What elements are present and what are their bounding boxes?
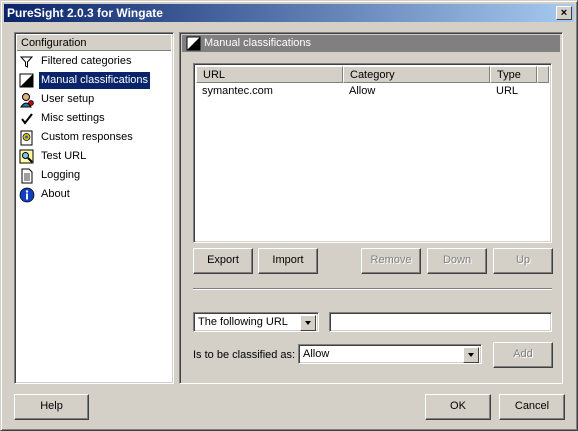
custom-responses-icon: [19, 130, 35, 146]
url-input[interactable]: [329, 312, 552, 332]
remove-button[interactable]: Remove: [361, 248, 421, 274]
cancel-button[interactable]: Cancel: [499, 394, 565, 420]
user-setup-icon: [19, 92, 35, 108]
cell-category: Allow: [349, 85, 376, 97]
nav-item-filtered-categories[interactable]: Filtered categories: [19, 53, 134, 70]
separator: [193, 288, 552, 290]
panel-header: Manual classifications: [182, 35, 560, 52]
classify-label: Is to be classified as:: [193, 349, 296, 361]
help-button[interactable]: Help: [14, 394, 89, 420]
classifications-list[interactable]: URL Category Type symantec.com Allow URL: [193, 63, 552, 243]
logging-icon: [19, 168, 35, 184]
nav-item-about[interactable]: About: [19, 186, 72, 203]
classification-value: Allow: [303, 348, 330, 360]
title-bar: PureSight 2.0.3 for Wingate ×: [4, 4, 574, 22]
url-mode-value: The following URL: [198, 316, 288, 328]
nav-label: Test URL: [41, 150, 87, 162]
manual-classification-icon: [19, 73, 35, 89]
cell-url: symantec.com: [202, 85, 273, 97]
window-title: PureSight 2.0.3 for Wingate: [7, 6, 163, 20]
filter-icon: [19, 54, 35, 70]
nav-label: About: [41, 188, 70, 200]
nav-item-manual-classifications[interactable]: Manual classifications: [19, 71, 151, 90]
close-icon[interactable]: ×: [556, 6, 572, 20]
column-url[interactable]: URL: [196, 66, 343, 83]
manual-classification-icon: [186, 36, 202, 58]
nav-item-logging[interactable]: Logging: [19, 167, 82, 184]
nav-label: Filtered categories: [41, 55, 132, 67]
nav-item-user-setup[interactable]: User setup: [19, 91, 96, 108]
nav-label: Misc settings: [41, 112, 105, 124]
test-url-icon: [19, 149, 35, 165]
panel-title: Manual classifications: [204, 37, 311, 49]
classification-select[interactable]: Allow: [298, 344, 482, 364]
nav-item-misc-settings[interactable]: Misc settings: [19, 110, 107, 127]
column-filler: [537, 66, 549, 83]
chevron-down-icon[interactable]: [300, 315, 316, 331]
nav-label: Manual classifications: [38, 71, 151, 90]
nav-label: User setup: [41, 93, 95, 105]
configuration-tree: Configuration Filtered categories Manual…: [14, 32, 174, 384]
up-button[interactable]: Up: [493, 248, 553, 274]
export-button[interactable]: Export: [193, 248, 253, 274]
nav-item-custom-responses[interactable]: Custom responses: [19, 129, 135, 146]
chevron-down-icon[interactable]: [463, 347, 479, 363]
table-row[interactable]: symantec.com Allow URL: [196, 83, 549, 99]
column-type[interactable]: Type: [490, 66, 537, 83]
nav-item-test-url[interactable]: Test URL: [19, 148, 88, 165]
column-category[interactable]: Category: [343, 66, 490, 83]
url-mode-select[interactable]: The following URL: [193, 312, 319, 332]
nav-label: Logging: [41, 169, 81, 181]
configuration-header: Configuration: [17, 35, 171, 51]
info-icon: [19, 187, 35, 203]
list-header: URL Category Type: [196, 66, 549, 83]
cell-type: URL: [496, 85, 519, 97]
ok-button[interactable]: OK: [425, 394, 491, 420]
checkmark-icon: [19, 111, 35, 127]
import-button[interactable]: Import: [258, 248, 318, 274]
nav-label: Custom responses: [41, 131, 133, 143]
down-button[interactable]: Down: [427, 248, 487, 274]
add-button[interactable]: Add: [493, 342, 553, 368]
